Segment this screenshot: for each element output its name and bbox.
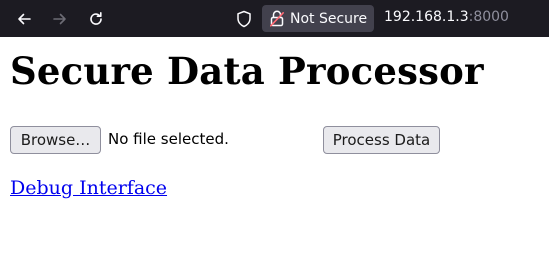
address-bar[interactable]: 192.168.1.3:8000 — [384, 9, 509, 25]
url-port: :8000 — [468, 9, 509, 25]
forward-button[interactable] — [46, 0, 74, 37]
shield-icon — [237, 10, 251, 28]
file-status-text: No file selected. — [108, 130, 229, 148]
back-button[interactable] — [10, 0, 38, 37]
broken-lock-icon — [270, 10, 286, 28]
url-host: 192.168.1.3 — [384, 9, 469, 25]
page-title: Secure Data Processor — [10, 49, 484, 93]
arrow-right-icon — [53, 13, 66, 24]
arrow-left-icon — [18, 13, 31, 24]
browse-button[interactable]: Browse… — [10, 126, 101, 154]
site-security-indicator[interactable]: Not Secure — [262, 5, 374, 32]
tracking-protection-button[interactable] — [234, 8, 254, 30]
process-data-button[interactable]: Process Data — [323, 126, 440, 154]
page-content: Secure Data Processor Browse… No file se… — [0, 37, 549, 263]
reload-button[interactable] — [82, 0, 110, 37]
security-label: Not Secure — [290, 10, 368, 27]
reload-icon — [90, 11, 102, 25]
browser-toolbar: Not Secure 192.168.1.3:8000 — [0, 0, 549, 37]
debug-interface-link[interactable]: Debug Interface — [10, 177, 167, 199]
